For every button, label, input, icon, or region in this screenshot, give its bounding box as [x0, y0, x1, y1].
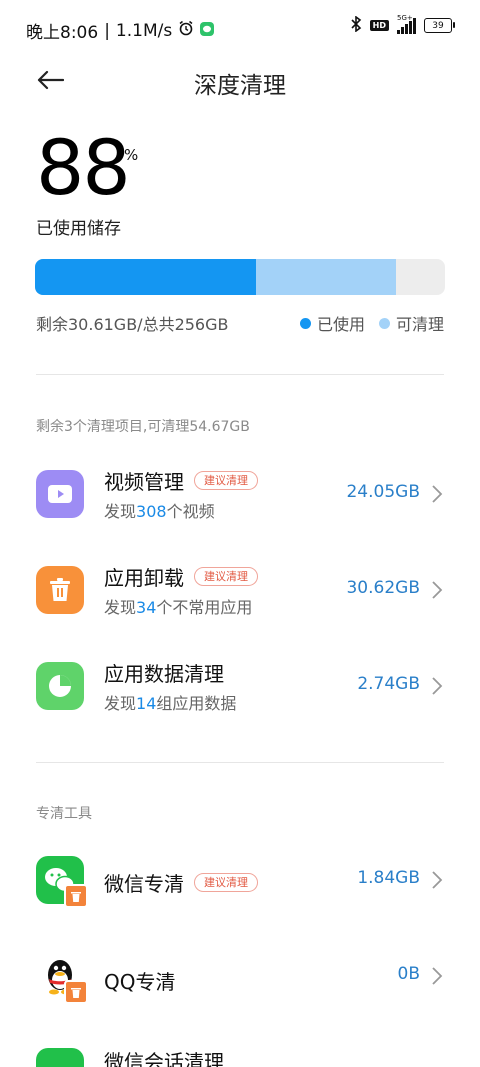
status-bar: 晚上8:06 | 1.1M/s HD 5G+ 39	[0, 0, 480, 56]
chevron-right-icon	[432, 581, 443, 599]
storage-percent: 88	[36, 123, 131, 212]
status-left: 晚上8:06 | 1.1M/s	[26, 18, 215, 43]
item-subtitle: 发现14组应用数据	[104, 690, 236, 714]
trash-badge-icon	[64, 980, 88, 1004]
subtitle-prefix: 发现	[104, 694, 137, 713]
clean-section-label: 剩余3个清理项目,可清理54.67GB	[36, 419, 250, 435]
chevron-right-icon	[432, 485, 443, 503]
item-title-wrap: QQ专清	[104, 966, 175, 995]
trash-badge-icon	[64, 884, 88, 908]
item-title-wrap: 微信会话清理	[104, 1046, 224, 1067]
item-title: 应用数据清理	[104, 662, 224, 686]
wechat-notification-icon	[200, 21, 215, 41]
item-title-wrap: 微信专清 建议清理	[104, 868, 258, 897]
chevron-right-icon	[432, 677, 443, 695]
chevron-right-icon	[432, 967, 443, 985]
divider	[36, 374, 444, 375]
header: 深度清理	[0, 56, 480, 104]
subtitle-prefix: 发现	[104, 598, 137, 617]
chevron-right-icon	[432, 871, 443, 889]
list-item-app-data-clean[interactable]: 应用数据清理 发现14组应用数据 2.74GB	[0, 646, 480, 734]
item-title: 微信会话清理	[104, 1050, 224, 1067]
list-item-qq-clean[interactable]: QQ专清 0B	[0, 936, 480, 1024]
storage-bar-used	[35, 259, 257, 295]
legend-used-dot	[299, 317, 311, 329]
page-title: 深度清理	[194, 73, 286, 99]
item-title-wrap: 应用数据清理	[104, 658, 224, 687]
battery-level: 39	[432, 20, 444, 31]
subtitle-count: 34	[136, 598, 157, 617]
list-item-wechat-chat-clean[interactable]: 微信会话清理	[0, 1032, 480, 1067]
item-size: 2.74GB	[357, 674, 420, 694]
wechat-icon	[36, 856, 88, 908]
item-size: 24.05GB	[346, 482, 420, 502]
subtitle-count: 14	[136, 694, 157, 713]
storage-legend: 已使用 可清理	[299, 311, 444, 335]
divider	[36, 762, 444, 763]
list-item-app-uninstall[interactable]: 应用卸载 建议清理 发现34个不常用应用 30.62GB	[0, 550, 480, 638]
pie-chart-icon	[36, 662, 84, 710]
subtitle-suffix: 个不常用应用	[156, 598, 253, 617]
storage-bar-cleanable	[256, 259, 396, 295]
item-title-wrap: 应用卸载 建议清理	[104, 562, 258, 591]
status-right: HD 5G+ 39	[350, 14, 455, 35]
suggest-clean-badge: 建议清理	[194, 471, 258, 490]
qq-icon	[36, 952, 88, 1004]
storage-summary: 剩余30.61GB/总共256GB	[36, 315, 229, 334]
status-time: 晚上8:06	[26, 23, 99, 43]
video-icon	[36, 470, 84, 518]
storage-bar	[35, 259, 445, 295]
item-title: 视频管理	[104, 470, 184, 494]
suggest-clean-badge: 建议清理	[194, 567, 258, 586]
item-size: 30.62GB	[346, 578, 420, 598]
item-subtitle: 发现308个视频	[104, 498, 215, 522]
percent-sign: %	[124, 146, 139, 164]
bluetooth-icon	[350, 15, 362, 35]
signal-icon: 5G+	[397, 14, 416, 34]
hd-badge: HD	[369, 20, 389, 31]
battery-indicator: 39	[424, 18, 455, 33]
legend-cleanable-label: 可清理	[395, 315, 444, 334]
subtitle-suffix: 组应用数据	[156, 694, 237, 713]
item-title: 应用卸载	[104, 566, 184, 590]
subtitle-prefix: 发现	[104, 502, 137, 521]
trash-icon	[36, 566, 84, 614]
wechat-chat-icon	[36, 1048, 84, 1067]
alarm-icon	[178, 20, 194, 41]
item-size: 0B	[397, 964, 420, 984]
list-item-wechat-clean[interactable]: 微信专清 建议清理 1.84GB	[0, 840, 480, 928]
used-storage-label: 已使用储存	[36, 219, 121, 239]
status-separator: |	[104, 20, 110, 41]
tools-section-label: 专清工具	[36, 806, 92, 822]
item-title-wrap: 视频管理 建议清理	[104, 466, 258, 495]
status-speed: 1.1M/s	[115, 20, 173, 41]
network-type: 5G+	[397, 13, 413, 22]
legend-used-label: 已使用	[316, 315, 365, 334]
item-title: 微信专清	[104, 872, 184, 896]
legend-cleanable-dot	[378, 317, 390, 329]
list-item-video-management[interactable]: 视频管理 建议清理 发现308个视频 24.05GB	[0, 454, 480, 542]
item-title: QQ专清	[104, 970, 176, 994]
suggest-clean-badge: 建议清理	[194, 873, 258, 892]
subtitle-count: 308	[136, 502, 167, 521]
item-subtitle: 发现34个不常用应用	[104, 594, 252, 618]
item-size: 1.84GB	[357, 868, 420, 888]
subtitle-suffix: 个视频	[166, 502, 215, 521]
